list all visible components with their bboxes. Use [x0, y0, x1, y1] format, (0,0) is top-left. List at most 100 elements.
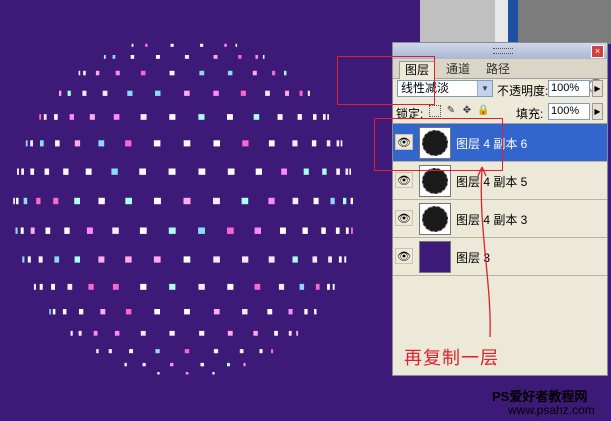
sphere-dot	[168, 227, 176, 234]
sphere-dot	[74, 140, 81, 147]
sphere-dot	[253, 330, 258, 336]
sphere-dot	[307, 90, 310, 96]
sphere-dot	[343, 197, 347, 205]
sphere-dot	[304, 309, 308, 315]
sphere-dot	[15, 227, 18, 234]
layer-row[interactable]: 👁 图层 4 副本 3	[393, 200, 607, 238]
sphere-dot	[321, 227, 326, 234]
sphere-dot	[350, 197, 353, 205]
sphere-dot	[213, 256, 220, 263]
sphere-dot	[268, 197, 275, 205]
sphere-dot	[63, 168, 69, 175]
opacity-label: 不透明度:	[497, 84, 549, 98]
sphere-dot	[213, 197, 220, 205]
sphere-dot	[39, 283, 43, 290]
fill-input[interactable]: 100%	[548, 103, 590, 120]
sphere-dot	[288, 309, 293, 315]
sphere-dot	[140, 114, 147, 120]
sphere-dot	[255, 168, 262, 175]
sphere-dot	[267, 309, 273, 315]
sphere-dot	[140, 283, 147, 290]
sphere-dot	[17, 168, 19, 175]
eye-icon[interactable]: 👁	[395, 248, 413, 264]
sphere-dot	[199, 70, 205, 76]
sphere-dot	[79, 309, 84, 315]
sphere-dot	[242, 309, 248, 315]
sphere-dot	[213, 140, 220, 147]
sphere-dot	[183, 197, 191, 205]
sphere-dot	[53, 197, 59, 205]
sphere-dot	[168, 168, 176, 175]
sphere-dot	[299, 283, 305, 290]
tab-paths[interactable]: 路径	[481, 61, 515, 78]
transparency-lock-icon[interactable]	[429, 105, 441, 117]
eye-icon[interactable]: 👁	[395, 172, 413, 188]
sphere-dot	[227, 70, 233, 76]
sphere-dot	[254, 283, 261, 290]
sphere-dot	[184, 349, 190, 354]
sphere-dot	[199, 330, 205, 336]
sphere-dot	[98, 140, 105, 147]
sphere-dot	[268, 140, 275, 147]
sphere-dot	[21, 168, 24, 175]
sphere-dot	[284, 70, 287, 76]
sphere-dot	[22, 256, 25, 263]
sphere-dot	[16, 197, 19, 205]
brush-lock-icon[interactable]: ✎	[445, 105, 457, 117]
sphere-dot	[139, 168, 146, 175]
sphere-dot	[51, 283, 55, 290]
fill-arrow-icon[interactable]: ▶	[592, 103, 603, 120]
sphere-dot	[336, 140, 340, 147]
sphere-dot	[285, 90, 289, 96]
background-window-dark	[518, 0, 611, 44]
opacity-arrow-icon[interactable]: ▶	[592, 80, 603, 97]
sphere-dot	[280, 227, 286, 234]
sphere-dot	[302, 227, 308, 234]
sphere-dot	[125, 309, 132, 315]
sphere-dot	[227, 114, 233, 120]
sphere-dot	[314, 309, 317, 315]
move-lock-icon[interactable]: ✥	[461, 105, 473, 117]
sphere-dot	[142, 362, 146, 367]
sphere-dot	[30, 227, 35, 234]
eye-icon[interactable]: 👁	[395, 210, 413, 226]
sphere-dot	[49, 309, 51, 315]
disco-sphere	[13, 43, 353, 375]
sphere-dot	[98, 256, 105, 263]
sphere-dot	[64, 227, 70, 234]
sphere-dot	[54, 256, 60, 263]
sphere-dot	[54, 114, 58, 120]
sphere-dot	[326, 140, 331, 147]
padlock-icon[interactable]: 🔒	[477, 105, 489, 117]
sphere-dot	[154, 197, 161, 205]
sphere-dot	[238, 55, 242, 59]
sphere-dot	[313, 197, 319, 205]
sphere-dot	[153, 140, 161, 147]
sphere-dot	[25, 140, 28, 147]
grip-icon[interactable]	[493, 48, 513, 54]
sphere-dot	[82, 90, 87, 96]
layer-row[interactable]: 👁 图层 3	[393, 238, 607, 276]
close-icon[interactable]: ×	[591, 45, 604, 58]
sphere-dot	[328, 256, 332, 263]
sphere-dot	[213, 349, 219, 354]
sphere-dot	[253, 114, 260, 120]
sphere-dot	[327, 114, 329, 120]
annotation-text: 再复制一层	[404, 348, 499, 368]
sphere-dot	[130, 55, 135, 59]
sphere-dot	[155, 349, 160, 354]
layer-thumbnail	[419, 203, 451, 235]
chevron-down-icon[interactable]: ▼	[477, 81, 492, 96]
sphere-dot	[124, 362, 127, 367]
sphere-dot	[140, 330, 146, 336]
opacity-input[interactable]: 100%	[548, 80, 590, 97]
sphere-dot	[169, 283, 176, 290]
sphere-dot	[30, 168, 35, 175]
sphere-dot	[112, 227, 119, 234]
sphere-dot	[85, 168, 92, 175]
sphere-dot	[271, 349, 274, 354]
sphere-dot	[259, 349, 263, 354]
tab-channels[interactable]: 通道	[441, 61, 475, 78]
sphere-dot	[183, 256, 191, 263]
sphere-dot	[213, 90, 219, 96]
